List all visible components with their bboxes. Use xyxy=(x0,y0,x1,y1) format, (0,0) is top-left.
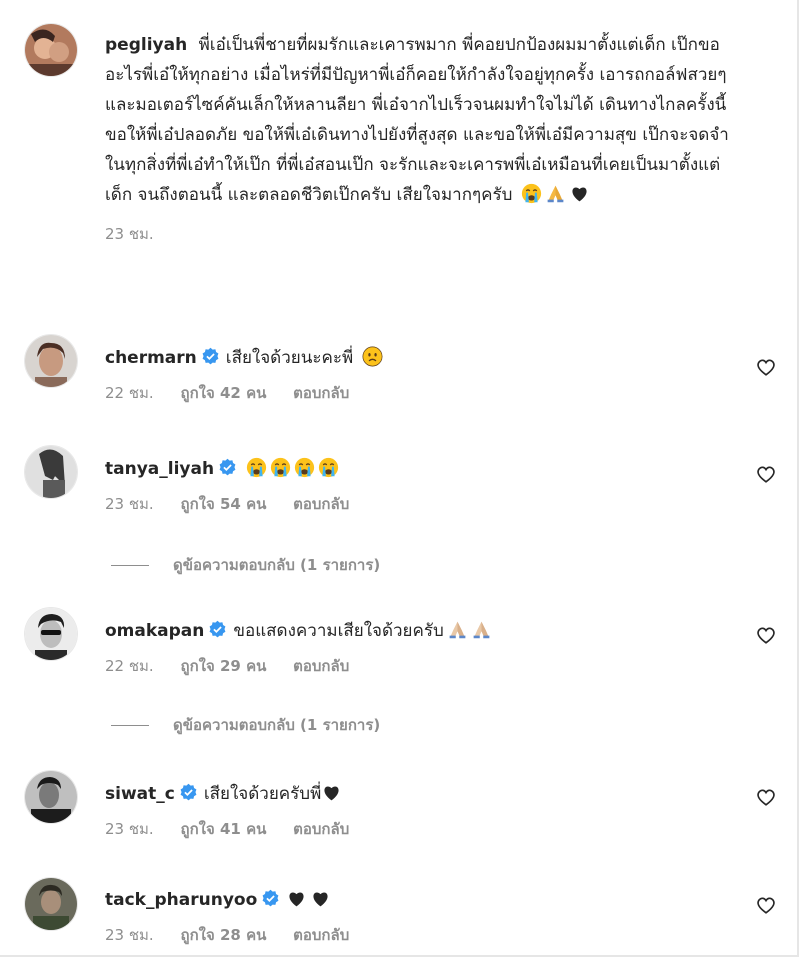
comment-content: siwat_c เสียใจด้วยครับพี่ xyxy=(105,779,745,809)
reply-button[interactable]: ตอบกลับ xyxy=(293,926,349,944)
comment-timestamp[interactable]: 22 ชม. xyxy=(105,384,154,402)
comment-body: pegliyah พี่เอ๋เป็นพี่ชายที่ผมรักและเคาร… xyxy=(105,30,745,246)
comment-timestamp[interactable]: 23 ชม. xyxy=(105,820,154,838)
view-replies-label: ดูข้อความตอบกลับ (1 รายการ) xyxy=(173,556,381,574)
avatar[interactable] xyxy=(25,771,77,823)
like-heart-icon[interactable] xyxy=(755,624,777,646)
divider-line xyxy=(111,725,149,726)
verified-badge-icon xyxy=(179,782,198,801)
verified-badge-icon xyxy=(261,888,280,907)
comment-meta: 23 ชม. ถูกใจ 54 คน ตอบกลับ xyxy=(105,492,745,516)
crying-face-icon xyxy=(318,457,339,478)
comment-likes[interactable]: ถูกใจ 28 คน xyxy=(180,926,266,944)
crying-face-icon xyxy=(294,457,315,478)
reply-button[interactable]: ตอบกลับ xyxy=(293,820,349,838)
comment-meta: 23 ชม. ถูกใจ 28 คน ตอบกลับ xyxy=(105,923,745,947)
comment-likes[interactable]: ถูกใจ 41 คน xyxy=(180,820,266,838)
comment-text: เสียใจด้วยครับพี่ xyxy=(203,784,322,804)
comment-content: tanya_liyah xyxy=(105,454,745,484)
comment-meta: 22 ชม. ถูกใจ 29 คน ตอบกลับ xyxy=(105,654,745,678)
avatar[interactable] xyxy=(25,446,77,498)
comment-body: siwat_c เสียใจด้วยครับพี่ 23 ชม. ถูกใจ 41… xyxy=(105,779,745,841)
verified-badge-icon xyxy=(208,619,227,638)
black-heart-icon xyxy=(569,183,590,204)
comment-body: tack_pharunyoo 23 ชม. ถูกใจ 28 คน ตอบกลั… xyxy=(105,885,745,947)
like-heart-icon[interactable] xyxy=(755,894,777,916)
avatar[interactable] xyxy=(25,335,77,387)
comment-text: ขอแสดงความเสียใจด้วยครับ xyxy=(233,621,444,641)
comment-username[interactable]: tanya_liyah xyxy=(105,459,214,479)
comment-meta: 22 ชม. ถูกใจ 42 คน ตอบกลับ xyxy=(105,381,745,405)
avatar[interactable] xyxy=(25,608,77,660)
comment-timestamp[interactable]: 23 ชม. xyxy=(105,926,154,944)
reply-button[interactable]: ตอบกลับ xyxy=(293,495,349,513)
verified-badge-icon xyxy=(218,457,237,476)
crying-face-icon xyxy=(521,183,542,204)
comment-username[interactable]: siwat_c xyxy=(105,784,175,804)
avatar[interactable] xyxy=(25,24,77,76)
comment-content: tack_pharunyoo xyxy=(105,885,745,915)
crying-face-icon xyxy=(270,457,291,478)
comment-content: pegliyah พี่เอ๋เป็นพี่ชายที่ผมรักและเคาร… xyxy=(105,30,745,210)
black-heart-icon xyxy=(321,782,342,803)
comment-text: พี่เอ๋เป็นพี่ชายที่ผมรักและเคารพมาก พี่ค… xyxy=(105,35,729,205)
reply-button[interactable]: ตอบกลับ xyxy=(293,657,349,675)
comment-meta: 23 ชม. xyxy=(105,222,745,246)
folded-hands-icon xyxy=(447,619,468,640)
view-replies-button[interactable]: ดูข้อความตอบกลับ (1 รายการ) xyxy=(111,713,380,737)
view-replies-label: ดูข้อความตอบกลับ (1 รายการ) xyxy=(173,716,381,734)
black-heart-icon xyxy=(286,888,307,909)
like-heart-icon[interactable] xyxy=(755,786,777,808)
comment-body: omakapan ขอแสดงความเสียใจด้วยครับ 22 ชม. … xyxy=(105,616,745,678)
avatar[interactable] xyxy=(25,878,77,930)
comment-content: chermarn เสียใจด้วยนะคะพี่ xyxy=(105,343,745,373)
folded-hands-icon xyxy=(471,619,492,640)
verified-badge-icon xyxy=(201,346,220,365)
comment-content: omakapan ขอแสดงความเสียใจด้วยครับ xyxy=(105,616,745,646)
like-heart-icon[interactable] xyxy=(755,463,777,485)
comment-body: tanya_liyah 23 ชม. ถูกใจ 54 คน ตอบกลับ xyxy=(105,454,745,516)
comment-body: chermarn เสียใจด้วยนะคะพี่ 22 ชม. ถูกใจ 4… xyxy=(105,343,745,405)
slightly-frowning-face-icon xyxy=(362,346,383,367)
black-heart-icon xyxy=(310,888,331,909)
folded-hands-icon xyxy=(545,183,566,204)
comment-text: เสียใจด้วยนะคะพี่ xyxy=(225,348,354,368)
comment-username[interactable]: tack_pharunyoo xyxy=(105,890,257,910)
crying-face-icon xyxy=(246,457,267,478)
comment-likes[interactable]: ถูกใจ 29 คน xyxy=(180,657,266,675)
comment-username[interactable]: pegliyah xyxy=(105,35,187,55)
comment-meta: 23 ชม. ถูกใจ 41 คน ตอบกลับ xyxy=(105,817,745,841)
comment-username[interactable]: omakapan xyxy=(105,621,204,641)
reply-button[interactable]: ตอบกลับ xyxy=(293,384,349,402)
comment-likes[interactable]: ถูกใจ 42 คน xyxy=(180,384,266,402)
comment-timestamp[interactable]: 22 ชม. xyxy=(105,657,154,675)
comment-username[interactable]: chermarn xyxy=(105,348,197,368)
comment-likes[interactable]: ถูกใจ 54 คน xyxy=(180,495,266,513)
comment-timestamp[interactable]: 23 ชม. xyxy=(105,495,154,513)
view-replies-button[interactable]: ดูข้อความตอบกลับ (1 รายการ) xyxy=(111,553,380,577)
like-heart-icon[interactable] xyxy=(755,356,777,378)
divider-line xyxy=(111,565,149,566)
comment-timestamp[interactable]: 23 ชม. xyxy=(105,225,154,243)
